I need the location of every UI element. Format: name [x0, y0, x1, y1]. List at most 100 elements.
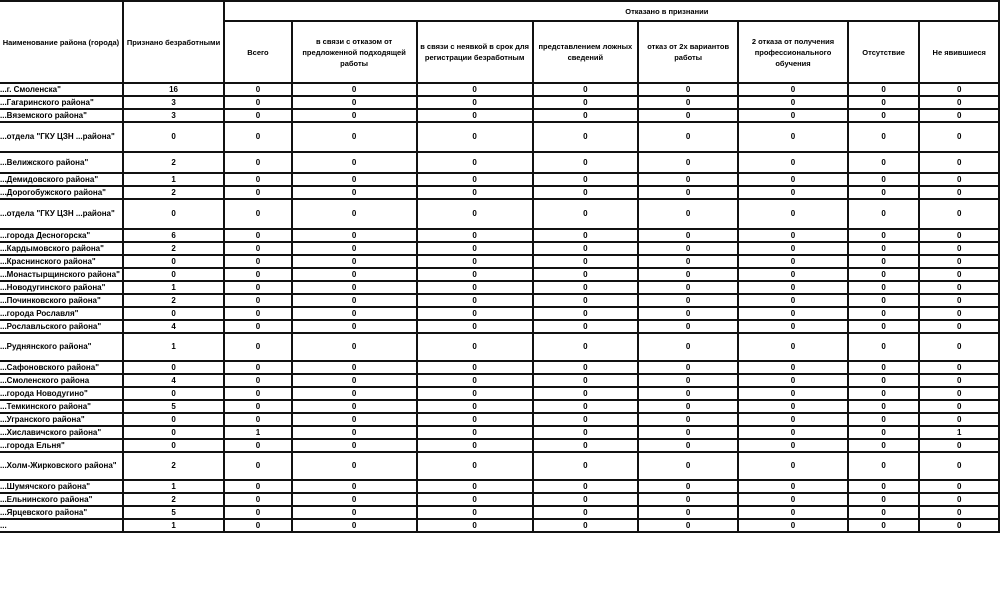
district-name-cell: ...города Рославля" — [0, 306, 124, 321]
recognized-count-cell: 3 — [121, 95, 226, 110]
refusal-count-cell: 0 — [637, 360, 740, 375]
recognized-count-cell: 0 — [121, 121, 226, 153]
refusal-count-cell: 0 — [223, 306, 293, 321]
refusal-count-cell: 0 — [637, 373, 740, 388]
refusal-count-cell: 0 — [737, 293, 849, 308]
district-name-cell: ...Гагаринского района" — [0, 95, 124, 110]
district-name: ...Руднянского района" — [0, 342, 92, 351]
refusal-count-cell: 0 — [531, 198, 640, 230]
refusal-count-cell: 0 — [531, 399, 640, 414]
district-name: ...города Рославля" — [0, 308, 79, 318]
recognized-count-cell: 1 — [121, 332, 226, 362]
refusal-count-cell: 0 — [223, 280, 293, 295]
district-name-cell: ...Шумячского района" — [0, 479, 124, 494]
refusal-count-cell: 0 — [223, 254, 293, 269]
header-district: Наименование района (города) — [0, 0, 124, 84]
district-name: ...Шумячского района" — [0, 481, 91, 491]
refusal-count-cell: 0 — [531, 332, 640, 362]
table-row: ...Ярцевского района" 5 0 0 0 0 0 0 0 0 — [0, 505, 1000, 520]
district-name: ...города Новодугино" — [0, 388, 88, 398]
district-name: ...Сафоновского района" — [0, 362, 99, 372]
refusal-count-cell: 0 — [637, 172, 740, 187]
refusal-count-cell: 0 — [290, 425, 418, 440]
refusal-count-cell: 0 — [415, 267, 534, 282]
refusal-count-cell: 0 — [290, 280, 418, 295]
refusal-count-cell: 0 — [637, 451, 740, 481]
district-name-cell: ...Рославльского района" — [0, 319, 124, 334]
refusal-count-cell: 0 — [290, 151, 418, 174]
recognized-count-cell: 16 — [121, 82, 226, 97]
refusal-count-cell: 0 — [846, 254, 921, 269]
district-name: ...г. Смоленска" — [0, 84, 61, 94]
refusal-count-cell: 0 — [223, 228, 293, 243]
refusal-count-cell: 0 — [737, 185, 849, 200]
refusal-count-cell: 0 — [290, 228, 418, 243]
refusal-count-cell: 0 — [290, 373, 418, 388]
table-row: ...Темкинского района" 5 0 0 0 0 0 0 0 0 — [0, 399, 1000, 414]
refusal-count-cell: 0 — [637, 121, 740, 153]
table-row: ...Шумячского района" 1 0 0 0 0 0 0 0 0 — [0, 479, 1000, 494]
refusal-count-cell: 0 — [737, 254, 849, 269]
refusal-count-cell: 0 — [415, 332, 534, 362]
refusal-count-cell: 0 — [415, 505, 534, 520]
refusal-count-cell: 0 — [415, 518, 534, 533]
recognized-count-cell: 2 — [121, 151, 226, 174]
header-refused-group: Отказано в признании — [223, 0, 1000, 22]
refusal-count-cell: 0 — [223, 172, 293, 187]
refusal-count-cell: 0 — [737, 425, 849, 440]
refusal-count-cell: 0 — [637, 479, 740, 494]
district-name: ...Темкинского района" — [0, 401, 91, 411]
district-name: ...Монастырщинского района" — [0, 269, 120, 279]
district-name-cell: ...Новодугинского района" — [0, 280, 124, 295]
refusal-count-cell: 0 — [737, 373, 849, 388]
district-name: ...Ярцевского района" — [0, 507, 88, 517]
refusal-count-cell: 0 — [637, 386, 740, 401]
refusal-count-cell: 0 — [415, 95, 534, 110]
refusal-count-cell: 0 — [637, 228, 740, 243]
refusal-count-cell: 0 — [290, 254, 418, 269]
refusal-count-cell: 0 — [290, 518, 418, 533]
refusal-count-cell: 0 — [415, 198, 534, 230]
district-name: ...Кардымовского района" — [0, 243, 104, 253]
refusal-count-cell: 0 — [290, 505, 418, 520]
refusal-count-cell: 0 — [637, 412, 740, 427]
refusal-count-cell: 0 — [223, 518, 293, 533]
refusal-count-cell: 0 — [737, 492, 849, 507]
recognized-count-cell: 3 — [121, 108, 226, 123]
refusal-count-cell: 0 — [737, 360, 849, 375]
recognized-count-cell: 2 — [121, 293, 226, 308]
refusal-count-cell: 0 — [637, 399, 740, 414]
refusal-count-cell: 0 — [223, 360, 293, 375]
header-total: Всего — [223, 20, 293, 84]
refusal-count-cell: 0 — [531, 360, 640, 375]
refusal-count-cell: 0 — [223, 438, 293, 453]
refusal-count-cell: 0 — [290, 332, 418, 362]
recognized-count-cell: 0 — [121, 412, 226, 427]
refusal-count-cell: 0 — [737, 267, 849, 282]
refusal-count-cell: 1 — [918, 425, 1000, 440]
refusal-count-cell: 0 — [637, 518, 740, 533]
district-name-cell: ...отдела "ГКУ ЦЗН ...района" — [0, 198, 124, 230]
table-row: ...Гагаринского района" 3 0 0 0 0 0 0 0 0 — [0, 95, 1000, 110]
refusal-count-cell: 0 — [415, 280, 534, 295]
refusal-count-cell: 0 — [846, 306, 921, 321]
refusal-count-cell: 0 — [531, 412, 640, 427]
refusal-count-cell: 0 — [637, 293, 740, 308]
refusal-count-cell: 0 — [846, 425, 921, 440]
refusal-count-cell: 0 — [846, 360, 921, 375]
table-row: ...Монастырщинского района" 0 0 0 0 0 0 0 0 0 — [0, 267, 1000, 282]
refusal-count-cell: 0 — [846, 412, 921, 427]
district-name-cell: ...города Десногорска" — [0, 228, 124, 243]
recognized-count-cell: 0 — [121, 198, 226, 230]
recognized-count-cell: 5 — [121, 505, 226, 520]
refusal-count-cell: 0 — [846, 319, 921, 334]
refusal-count-cell: 0 — [531, 254, 640, 269]
refusal-count-cell: 0 — [223, 386, 293, 401]
district-name: ...Холм-Жирковского района" — [0, 461, 117, 470]
refusal-count-cell: 0 — [290, 241, 418, 256]
district-name-cell: ...города Новодугино" — [0, 386, 124, 401]
refusal-count-cell: 0 — [918, 82, 1000, 97]
refusal-count-cell: 0 — [223, 185, 293, 200]
table-row: ... 1 0 0 0 0 0 0 0 0 — [0, 518, 1000, 533]
district-name-cell: ... — [0, 518, 124, 533]
